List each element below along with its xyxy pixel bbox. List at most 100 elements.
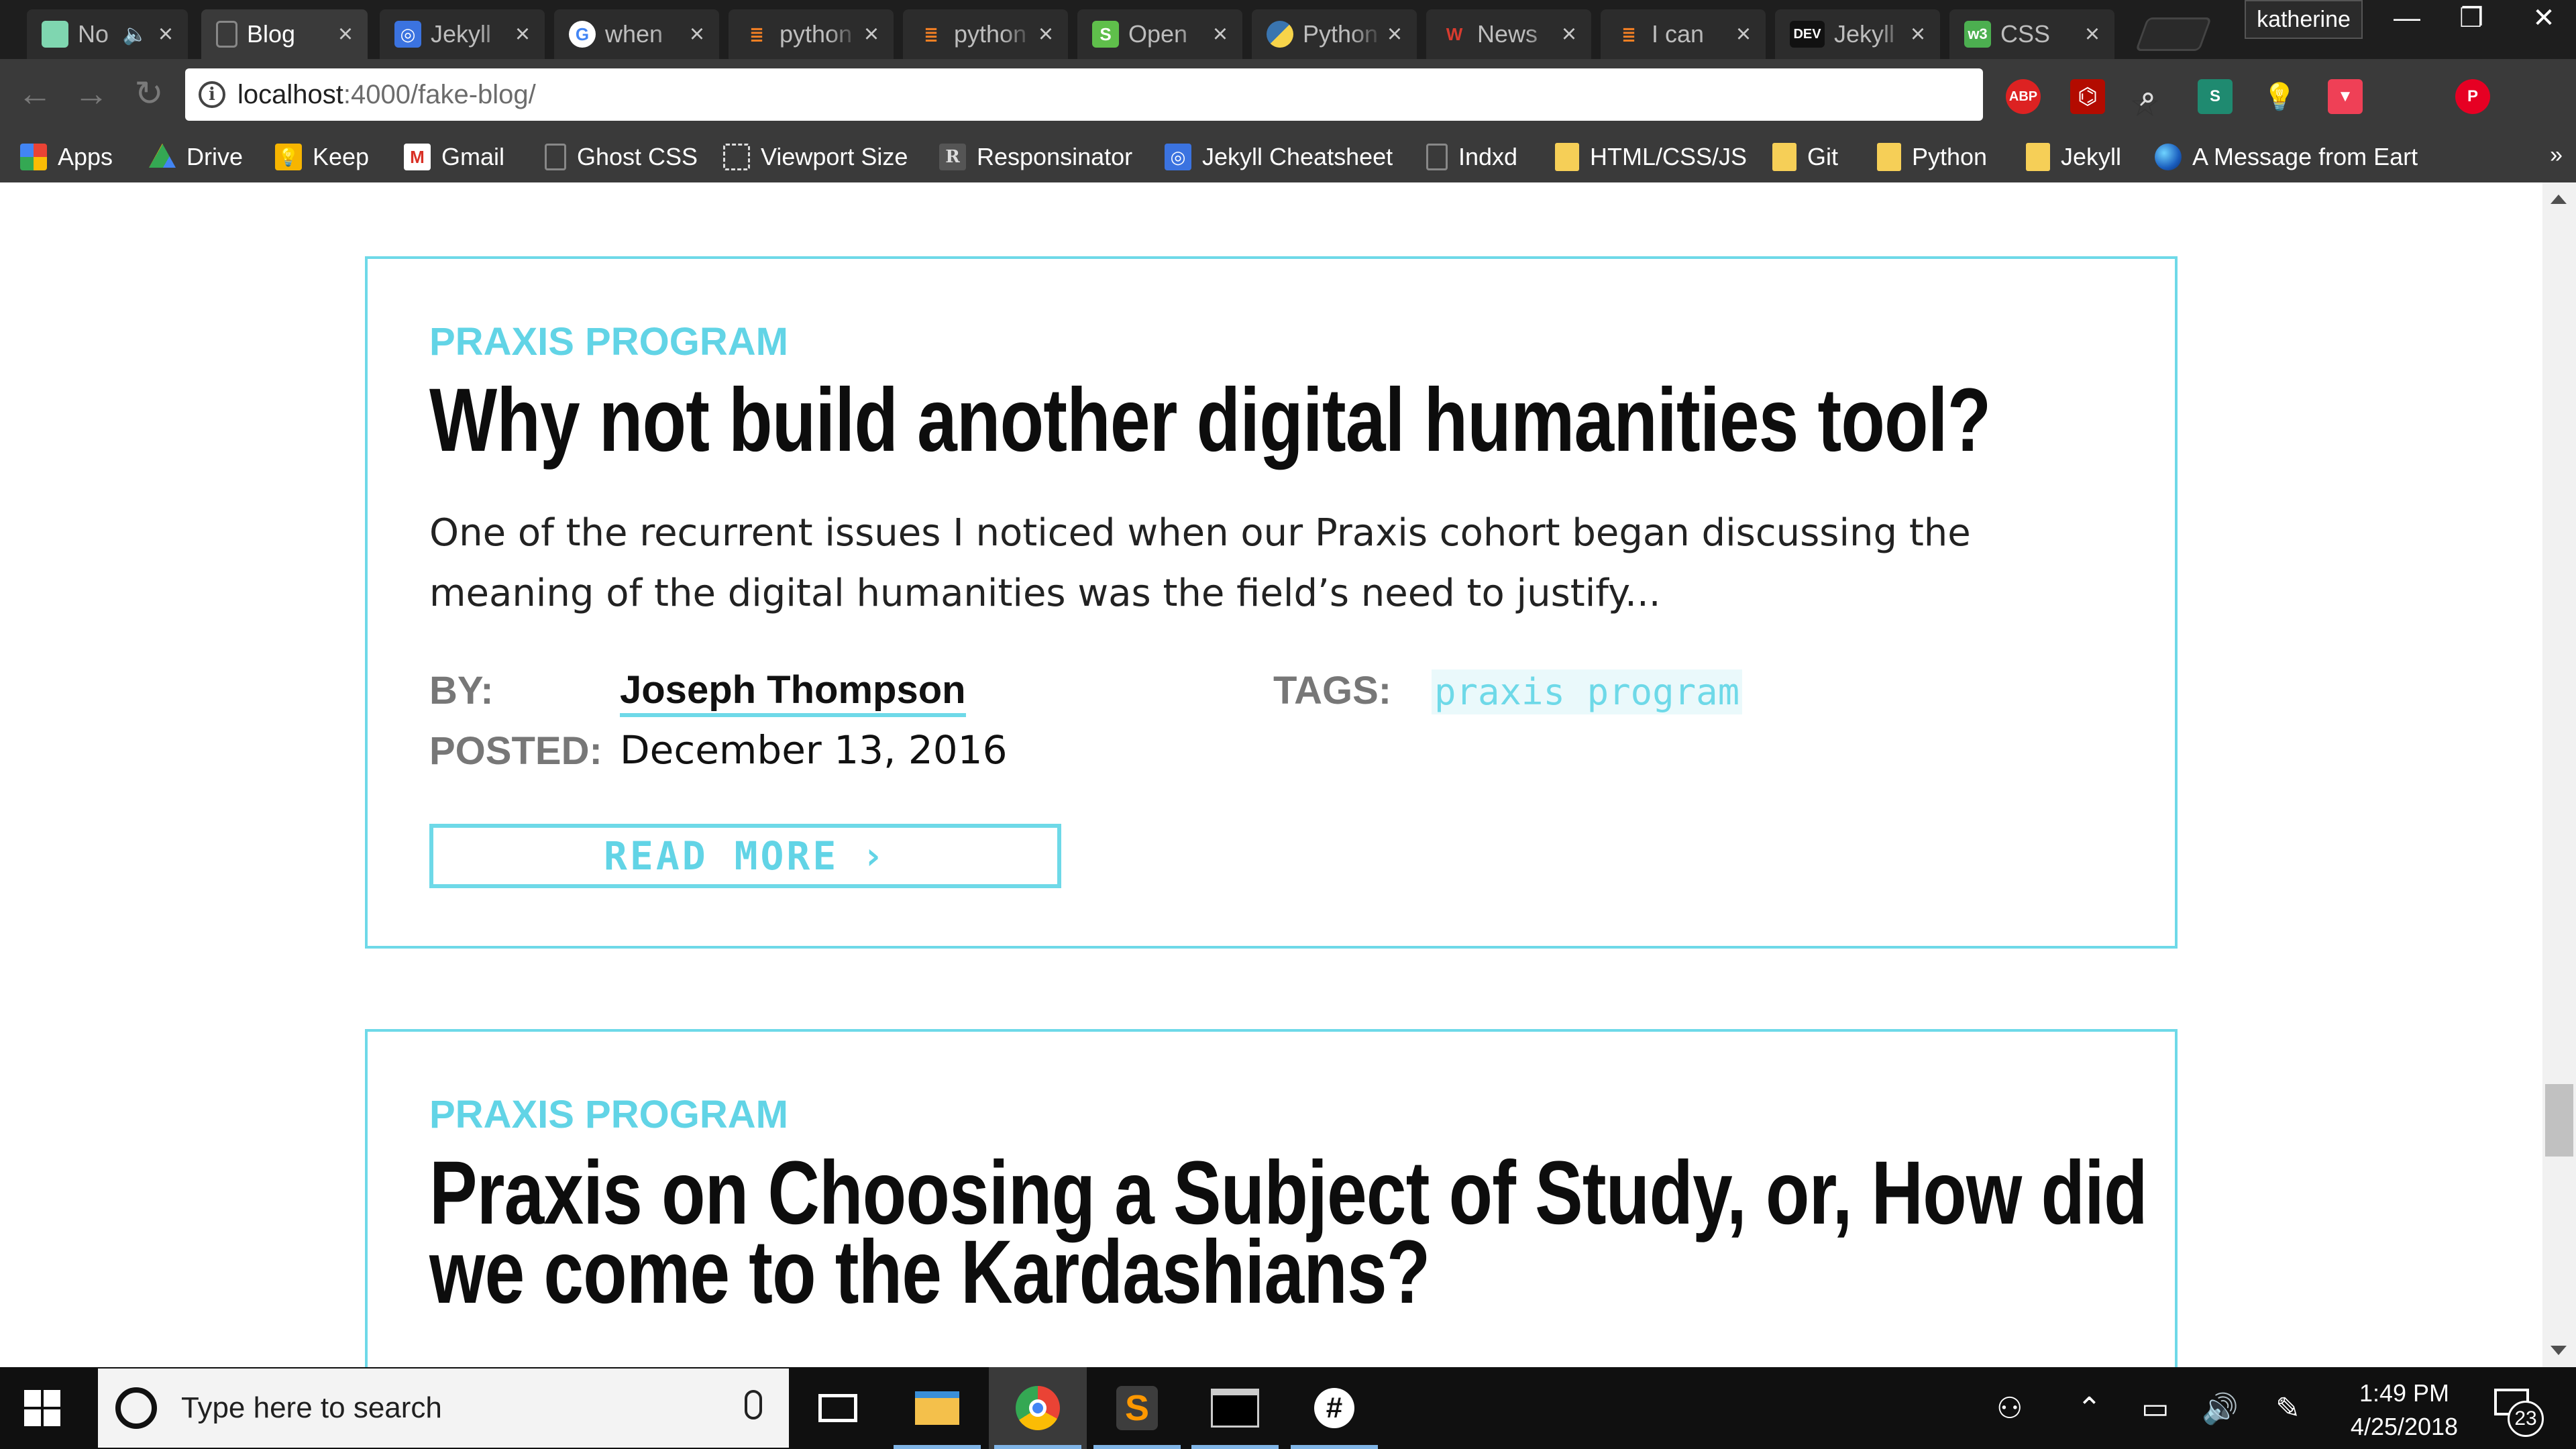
back-arrow-icon[interactable]: ← bbox=[13, 72, 56, 115]
stackoverflow-favicon-icon: ≣ bbox=[1621, 23, 1636, 44]
tab-title: News bbox=[1477, 20, 1538, 48]
tab-close-icon[interactable]: × bbox=[1209, 20, 1232, 49]
tab-close-icon[interactable]: × bbox=[334, 20, 357, 49]
bookmark-folder-python[interactable]: Python bbox=[1877, 138, 1987, 176]
profile-button[interactable]: katherine bbox=[2245, 0, 2363, 39]
scroll-down-arrow-icon[interactable] bbox=[2551, 1346, 2567, 1355]
address-bar[interactable]: i localhost:4000/fake-blog/ ☆ bbox=[185, 68, 2161, 124]
chrome-icon[interactable] bbox=[989, 1367, 1087, 1449]
bookmark-message-from-earth[interactable]: A Message from Eart bbox=[2155, 138, 2430, 176]
tab-python[interactable]: Python × bbox=[1252, 9, 1417, 59]
bookmark-viewport-size[interactable]: Viewport Size bbox=[723, 138, 908, 176]
abp-icon[interactable]: ABP bbox=[2006, 79, 2041, 114]
bookmark-drive[interactable]: Drive bbox=[149, 138, 243, 176]
restore-icon[interactable]: ❐ bbox=[2439, 0, 2504, 36]
tab-blog[interactable]: Blog × bbox=[201, 9, 368, 59]
bookmark-responsinator[interactable]: R Responsinator bbox=[939, 138, 1132, 176]
forward-arrow-icon[interactable]: → bbox=[70, 72, 113, 115]
bookmarks-overflow-chevron-icon[interactable]: » bbox=[2550, 142, 2563, 168]
tab-close-icon[interactable]: × bbox=[1732, 20, 1755, 49]
bulb-icon[interactable]: 💡 bbox=[2262, 79, 2297, 114]
gmail-icon: M bbox=[404, 144, 431, 170]
new-tab-button[interactable] bbox=[2135, 17, 2212, 51]
file-explorer-icon[interactable] bbox=[888, 1367, 986, 1449]
terminal-icon[interactable] bbox=[1186, 1367, 1284, 1449]
windows-start-icon[interactable] bbox=[24, 1390, 60, 1426]
volume-icon[interactable]: 🔊 bbox=[2202, 1391, 2239, 1426]
tab-title: I can bbox=[1652, 20, 1705, 48]
stackoverflow-favicon-icon: ≣ bbox=[924, 23, 938, 44]
bookmark-folder-html-css-js[interactable]: HTML/CSS/JS bbox=[1555, 138, 1747, 176]
slack-icon[interactable]: # bbox=[1285, 1367, 1383, 1449]
tab-close-icon[interactable]: × bbox=[2081, 20, 2104, 49]
bookmark-label: Indxd bbox=[1458, 143, 1518, 170]
tab-notes[interactable]: No 🔈 × bbox=[27, 9, 188, 59]
bookmark-gmail[interactable]: M Gmail bbox=[404, 138, 504, 176]
tab-stackoverflow-2[interactable]: ≣ python × bbox=[903, 9, 1068, 59]
tab-shopify[interactable]: S Open × bbox=[1077, 9, 1242, 59]
tab-css[interactable]: w3 CSS × bbox=[1949, 9, 2114, 59]
tab-jekyll[interactable]: ◎ Jekyll × bbox=[380, 9, 545, 59]
tab-dev[interactable]: DEV Jekyll × bbox=[1775, 9, 1940, 59]
minimize-icon[interactable]: — bbox=[2375, 0, 2439, 36]
battery-icon[interactable]: ▭ bbox=[2141, 1391, 2169, 1426]
post-title[interactable]: Why not build another digital humanities… bbox=[429, 376, 1991, 466]
cortana-circle-icon[interactable] bbox=[115, 1387, 157, 1429]
lens-icon[interactable]: ⌕ bbox=[2131, 79, 2165, 114]
chevron-up-icon[interactable]: ⌃ bbox=[2077, 1391, 2102, 1426]
tag-link[interactable]: praxis program bbox=[1432, 669, 1743, 714]
s-icon[interactable]: S bbox=[2198, 79, 2233, 114]
post-category[interactable]: PRAXIS PROGRAM bbox=[429, 1092, 788, 1137]
tab-stackoverflow-3[interactable]: ≣ I can × bbox=[1601, 9, 1766, 59]
scroll-up-arrow-icon[interactable] bbox=[2551, 195, 2567, 204]
people-icon[interactable]: ⚇ bbox=[1996, 1391, 2023, 1426]
info-icon[interactable]: i bbox=[199, 81, 225, 108]
tab-close-icon[interactable]: × bbox=[1558, 20, 1580, 49]
tab-title: CSS bbox=[2000, 20, 2051, 48]
taskbar-clock[interactable]: 1:49 PM 4/25/2018 bbox=[2333, 1377, 2475, 1444]
tab-close-icon[interactable]: × bbox=[154, 20, 177, 49]
tab-close-icon[interactable]: × bbox=[1383, 20, 1406, 49]
page-scrollbar[interactable] bbox=[2542, 182, 2576, 1367]
speaker-muted-icon[interactable]: 🔈 bbox=[123, 23, 148, 46]
reload-icon[interactable]: ↻ bbox=[127, 72, 170, 115]
action-center-icon[interactable]: 23 bbox=[2490, 1383, 2544, 1437]
taskbar-search-box[interactable]: Type here to search bbox=[98, 1368, 789, 1448]
bookmark-ghost-css[interactable]: Ghost CSS bbox=[545, 138, 698, 176]
pinterest-icon[interactable]: P bbox=[2455, 79, 2490, 114]
tab-close-icon[interactable]: × bbox=[686, 20, 708, 49]
bookmark-apps[interactable]: Apps bbox=[20, 138, 113, 176]
tab-close-icon[interactable]: × bbox=[1034, 20, 1057, 49]
tab-close-icon[interactable]: × bbox=[860, 20, 883, 49]
bookmark-label: Gmail bbox=[441, 143, 505, 170]
scroll-thumb[interactable] bbox=[2545, 1084, 2573, 1157]
post-title-line: Praxis on Choosing a Subject of Study, o… bbox=[429, 1143, 2148, 1243]
bookmark-folder-jekyll[interactable]: Jekyll bbox=[2026, 138, 2121, 176]
tab-close-icon[interactable]: × bbox=[1907, 20, 1929, 49]
url-host: localhost bbox=[237, 79, 343, 109]
tab-title: Open bbox=[1128, 20, 1188, 48]
pocket-icon[interactable]: ▼ bbox=[2328, 79, 2363, 114]
post-category[interactable]: PRAXIS PROGRAM bbox=[429, 319, 788, 364]
post-title[interactable]: Praxis on Choosing a Subject of Study, o… bbox=[429, 1143, 2148, 1318]
close-window-icon[interactable]: ✕ bbox=[2512, 0, 2576, 36]
folder-icon bbox=[1877, 143, 1901, 171]
sublime-icon[interactable]: S bbox=[1088, 1367, 1186, 1449]
pdf-icon[interactable]: ⌬ bbox=[2070, 79, 2105, 114]
bookmark-indxd[interactable]: Indxd bbox=[1426, 138, 1517, 176]
w-favicon-icon: W bbox=[1446, 23, 1463, 44]
tab-close-icon[interactable]: × bbox=[511, 20, 534, 49]
bookmark-keep[interactable]: 💡 Keep bbox=[275, 138, 369, 176]
author-name[interactable]: Joseph Thompson bbox=[620, 668, 966, 717]
bookmark-jekyll-cheatsheet[interactable]: ◎ Jekyll Cheatsheet bbox=[1165, 138, 1393, 176]
tab-stackoverflow-1[interactable]: ≣ python × bbox=[729, 9, 894, 59]
bookmark-folder-git[interactable]: Git bbox=[1772, 138, 1838, 176]
read-more-button[interactable]: READ MORE › bbox=[429, 824, 1061, 888]
tab-news[interactable]: W News × bbox=[1426, 9, 1591, 59]
microphone-icon[interactable] bbox=[745, 1390, 762, 1419]
pen-ink-icon[interactable]: ✎ bbox=[2275, 1391, 2300, 1426]
task-view-icon[interactable] bbox=[789, 1367, 887, 1449]
author-link[interactable]: Joseph Thompson bbox=[620, 667, 966, 717]
tab-google[interactable]: G when × bbox=[554, 9, 719, 59]
page-favicon-icon bbox=[216, 21, 237, 48]
